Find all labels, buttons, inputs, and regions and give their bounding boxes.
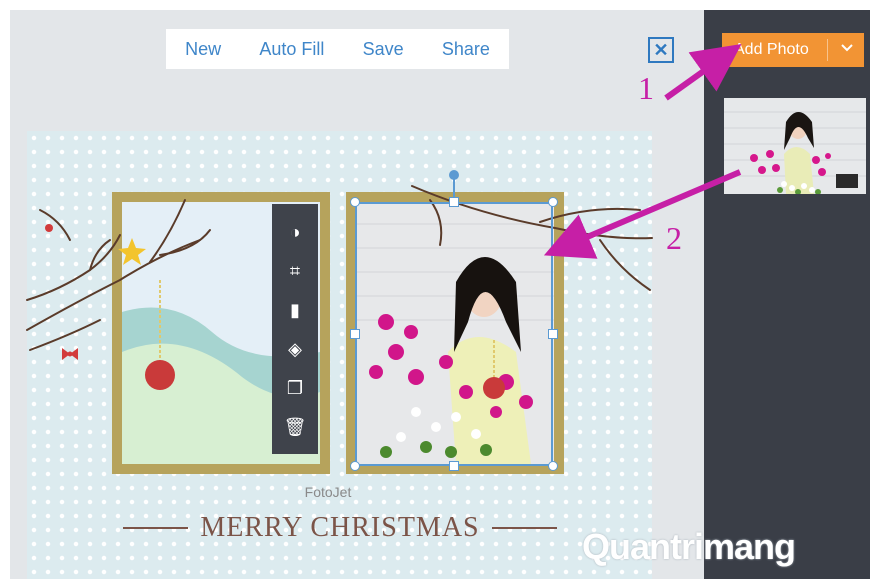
watermark: Quantrimang [582, 526, 796, 567]
annotation-number-1: 1 [638, 70, 654, 106]
annotation-number-2: 2 [666, 220, 682, 256]
arrow-1 [664, 44, 742, 101]
annotation-arrows [543, 44, 742, 259]
arrow-2 [543, 169, 742, 259]
